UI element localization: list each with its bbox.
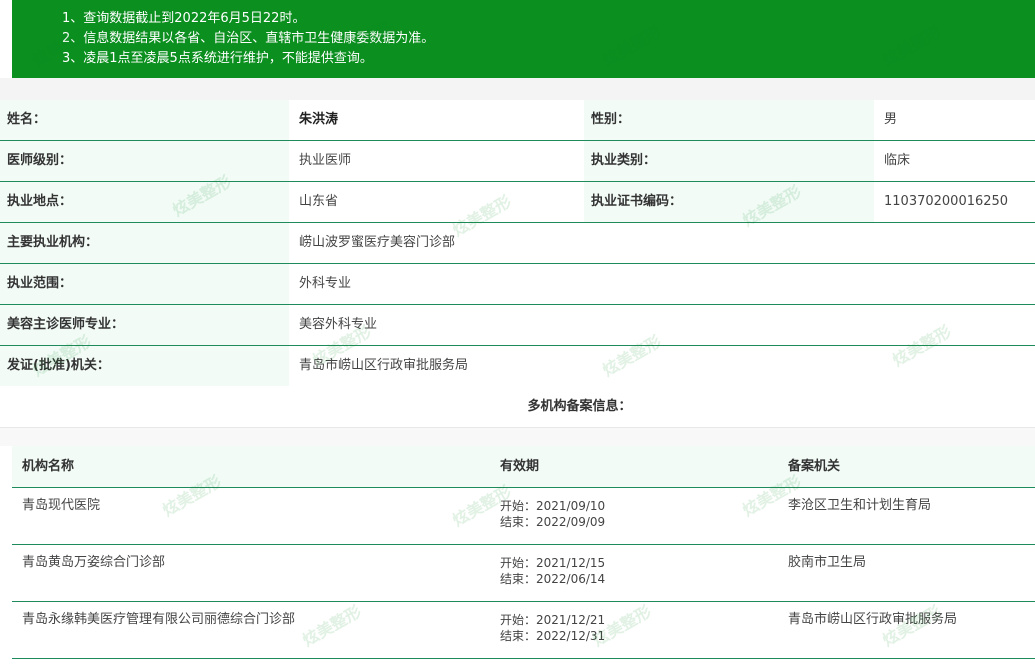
location-label: 执业地点： [0,182,289,222]
spacer [0,78,1035,100]
issuer-label: 发证(批准)机关： [0,346,289,386]
end-date: 结束：2022/12/31 [500,629,606,643]
table-row: 青岛永缘韩美医疗管理有限公司丽德综合门诊部 开始：2021/12/21 结束：2… [12,602,1035,659]
validity: 开始：2021/09/10 结束：2022/09/09 [500,498,605,530]
end-date: 结束：2022/09/09 [500,515,606,529]
info-row: 医师级别： 执业医师 执业类别： 临床 [0,141,1035,182]
cert-value: 110370200016250 [874,182,1035,222]
gender-label: 性别： [584,100,874,140]
location-value: 山东省 [289,182,584,222]
header-authority: 备案机关 [788,459,841,474]
table-header: 机构名称 有效期 备案机关 [12,446,1035,488]
info-row: 执业地点： 山东省 执业证书编码： 110370200016250 [0,182,1035,223]
header-institution: 机构名称 [22,459,75,474]
table-row: 青岛现代医院 开始：2021/09/10 结束：2022/09/09 李沧区卫生… [12,488,1035,545]
specialty-label: 美容主诊医师专业： [0,305,289,345]
issuer-value: 青岛市崂山区行政审批服务局 [289,346,1035,386]
multi-title-text: 多机构备案信息： [527,399,632,414]
scope-label: 执业范围： [0,264,289,304]
header-validity: 有效期 [500,459,540,474]
doctor-info-table: 姓名： 朱洪涛 性别： 男 医师级别： 执业医师 执业类别： 临床 执业地点： … [0,100,1035,386]
institution-name: 青岛永缘韩美医疗管理有限公司丽德综合门诊部 [22,612,296,627]
level-label: 医师级别： [0,141,289,181]
cert-label: 执业证书编码： [584,182,874,222]
notice-line: 1、查询数据截止到2022年6月5日22时。 [62,11,306,26]
institution-value: 崂山波罗蜜医疗美容门诊部 [289,223,1035,263]
institution-name: 青岛现代医院 [22,498,101,513]
end-date: 结束：2022/06/14 [500,572,606,586]
info-row: 执业范围： 外科专业 [0,264,1035,305]
category-value: 临床 [874,141,1035,181]
start-date: 开始：2021/09/10 [500,499,606,513]
name-label: 姓名： [0,100,289,140]
notice-line: 2、信息数据结果以各省、自治区、直辖市卫生健康委数据为准。 [62,31,435,46]
category-label: 执业类别： [584,141,874,181]
info-row: 姓名： 朱洪涛 性别： 男 [0,100,1035,141]
validity: 开始：2021/12/15 结束：2022/06/14 [500,555,605,587]
gender-value: 男 [874,100,1035,140]
institution-name: 青岛黄岛万姿综合门诊部 [22,555,166,570]
institution-label: 主要执业机构： [0,223,289,263]
authority: 青岛市崂山区行政审批服务局 [788,612,958,627]
specialty-value: 美容外科专业 [289,305,1035,345]
info-row: 主要执业机构： 崂山波罗蜜医疗美容门诊部 [0,223,1035,264]
notice-banner: 1、查询数据截止到2022年6月5日22时。 2、信息数据结果以各省、自治区、直… [12,0,1035,78]
start-date: 开始：2021/12/21 [500,613,606,627]
name-value: 朱洪涛 [289,100,584,140]
validity: 开始：2021/12/21 结束：2022/12/31 [500,612,605,644]
level-value: 执业医师 [289,141,584,181]
info-row: 美容主诊医师专业： 美容外科专业 [0,305,1035,346]
authority: 李沧区卫生和计划生育局 [788,498,932,513]
authority: 胶南市卫生局 [788,555,867,570]
spacer [0,428,1035,446]
multi-institution-table: 机构名称 有效期 备案机关 青岛现代医院 开始：2021/09/10 结束：20… [12,446,1035,659]
info-row: 发证(批准)机关： 青岛市崂山区行政审批服务局 [0,346,1035,386]
notice-line: 3、凌晨1点至凌晨5点系统进行维护，不能提供查询。 [62,51,373,66]
table-row: 青岛黄岛万姿综合门诊部 开始：2021/12/15 结束：2022/06/14 … [12,545,1035,602]
scope-value: 外科专业 [289,264,1035,304]
multi-institution-title: 多机构备案信息： [0,387,1035,428]
start-date: 开始：2021/12/15 [500,556,606,570]
